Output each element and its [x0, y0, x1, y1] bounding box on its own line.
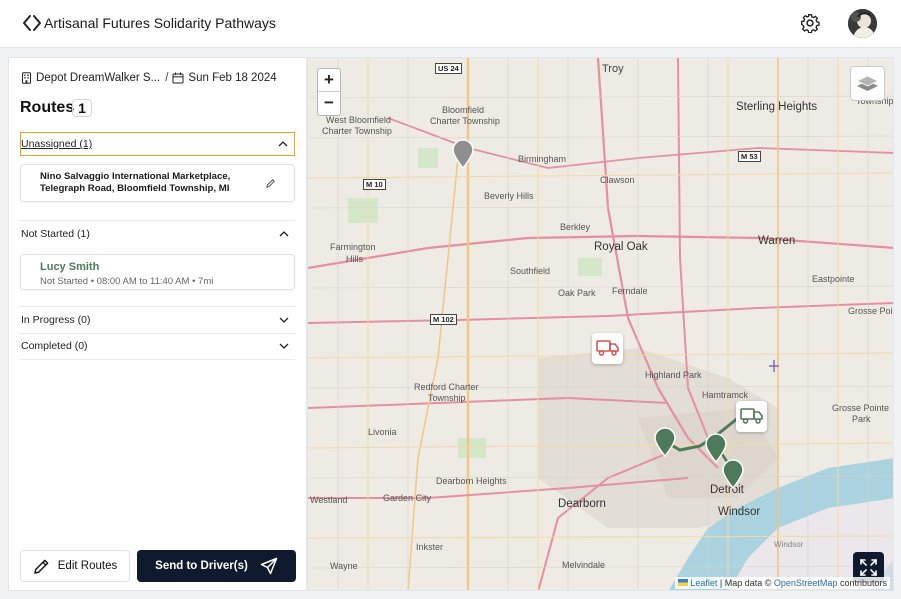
- building-icon: [22, 72, 31, 84]
- shield-us24: US 24: [435, 63, 462, 74]
- top-bar: Artisanal Futures Solidarity Pathways: [0, 0, 901, 48]
- driver-truck-marker[interactable]: [736, 401, 767, 432]
- route-stop-marker[interactable]: [721, 459, 745, 489]
- depot-truck-marker[interactable]: [592, 333, 623, 364]
- send-icon: [260, 557, 278, 575]
- completed-section-header[interactable]: Completed (0): [20, 334, 295, 358]
- completed-section-label: Completed (0): [21, 340, 88, 352]
- unassigned-section-label: Unassigned (1): [21, 138, 93, 150]
- unassigned-section-header[interactable]: Unassigned (1): [20, 132, 295, 156]
- truck-icon: [740, 408, 763, 424]
- stop-address-line2: Telegraph Road, Bloomfield Township, MI: [40, 183, 230, 194]
- layers-icon: [856, 75, 879, 91]
- layers-button[interactable]: [850, 66, 885, 101]
- chevron-up-icon: [278, 141, 288, 147]
- in-progress-section-header[interactable]: In Progress (0): [20, 308, 295, 332]
- osm-link[interactable]: OpenStreetMap: [774, 578, 838, 588]
- not-started-section-label: Not Started (1): [21, 228, 90, 240]
- zoom-in-button[interactable]: +: [318, 69, 340, 92]
- shield-m102: M 102: [430, 314, 457, 325]
- send-to-drivers-button[interactable]: Send to Driver(s): [137, 550, 296, 582]
- routes-count-badge: 1: [72, 99, 92, 117]
- zoom-control: + −: [317, 68, 341, 116]
- shield-m10: M 10: [363, 179, 386, 190]
- section-divider: [20, 306, 295, 307]
- chevron-up-icon: [279, 231, 289, 237]
- route-meta: Not Started • 08:00 AM to 11:40 AM • 7mi: [40, 276, 214, 287]
- date-crumb[interactable]: Sun Feb 18 2024: [188, 72, 276, 84]
- routes-heading: Routes: [20, 99, 75, 116]
- map-attribution: Leaflet | Map data © OpenStreetMap contr…: [674, 577, 890, 589]
- not-started-section-header[interactable]: Not Started (1): [20, 222, 295, 246]
- in-progress-section-label: In Progress (0): [21, 314, 91, 326]
- gear-icon[interactable]: [800, 13, 820, 33]
- unassigned-stop-card[interactable]: Nino Salvaggio International Marketplace…: [20, 164, 295, 202]
- back-icon[interactable]: [22, 13, 42, 33]
- crumb-separator: /: [165, 72, 169, 84]
- shield-m53: M 53: [738, 151, 761, 162]
- stop-address-line1: Nino Salvaggio International Marketplace…: [40, 171, 231, 182]
- chevron-down-icon: [279, 343, 289, 349]
- route-card[interactable]: Lucy Smith Not Started • 08:00 AM to 11:…: [20, 254, 295, 290]
- driver-name[interactable]: Lucy Smith: [40, 261, 294, 273]
- flag-icon: [677, 579, 688, 586]
- routes-sidebar: Depot DreamWalker S... / Sun Feb 18 2024…: [8, 57, 307, 591]
- app-title: Artisanal Futures Solidarity Pathways: [44, 15, 276, 31]
- edit-routes-button[interactable]: Edit Routes: [20, 550, 130, 582]
- depot-crumb[interactable]: Depot DreamWalker S...: [36, 72, 160, 84]
- section-divider: [20, 220, 295, 221]
- truck-icon: [596, 340, 619, 356]
- calendar-icon: [172, 72, 184, 84]
- unassigned-stop-marker[interactable]: [451, 139, 475, 169]
- pencil-icon: [33, 559, 49, 574]
- attribution-sep: | Map data ©: [719, 578, 772, 588]
- zoom-out-button[interactable]: −: [318, 92, 340, 115]
- attribution-contributors: contributors: [839, 578, 887, 588]
- edit-routes-label: Edit Routes: [57, 560, 118, 572]
- pencil-icon[interactable]: [265, 178, 276, 189]
- route-stop-marker[interactable]: [653, 427, 677, 457]
- map-base: [308, 58, 893, 590]
- avatar[interactable]: [848, 9, 877, 38]
- leaflet-link[interactable]: Leaflet: [690, 578, 717, 588]
- section-divider: [20, 359, 295, 360]
- breadcrumb: Depot DreamWalker S... / Sun Feb 18 2024: [21, 70, 277, 86]
- chevron-down-icon: [279, 317, 289, 323]
- route-map[interactable]: Troy Sterling Heights Bloomfield Charter…: [307, 57, 894, 591]
- send-to-drivers-label: Send to Driver(s): [155, 560, 248, 572]
